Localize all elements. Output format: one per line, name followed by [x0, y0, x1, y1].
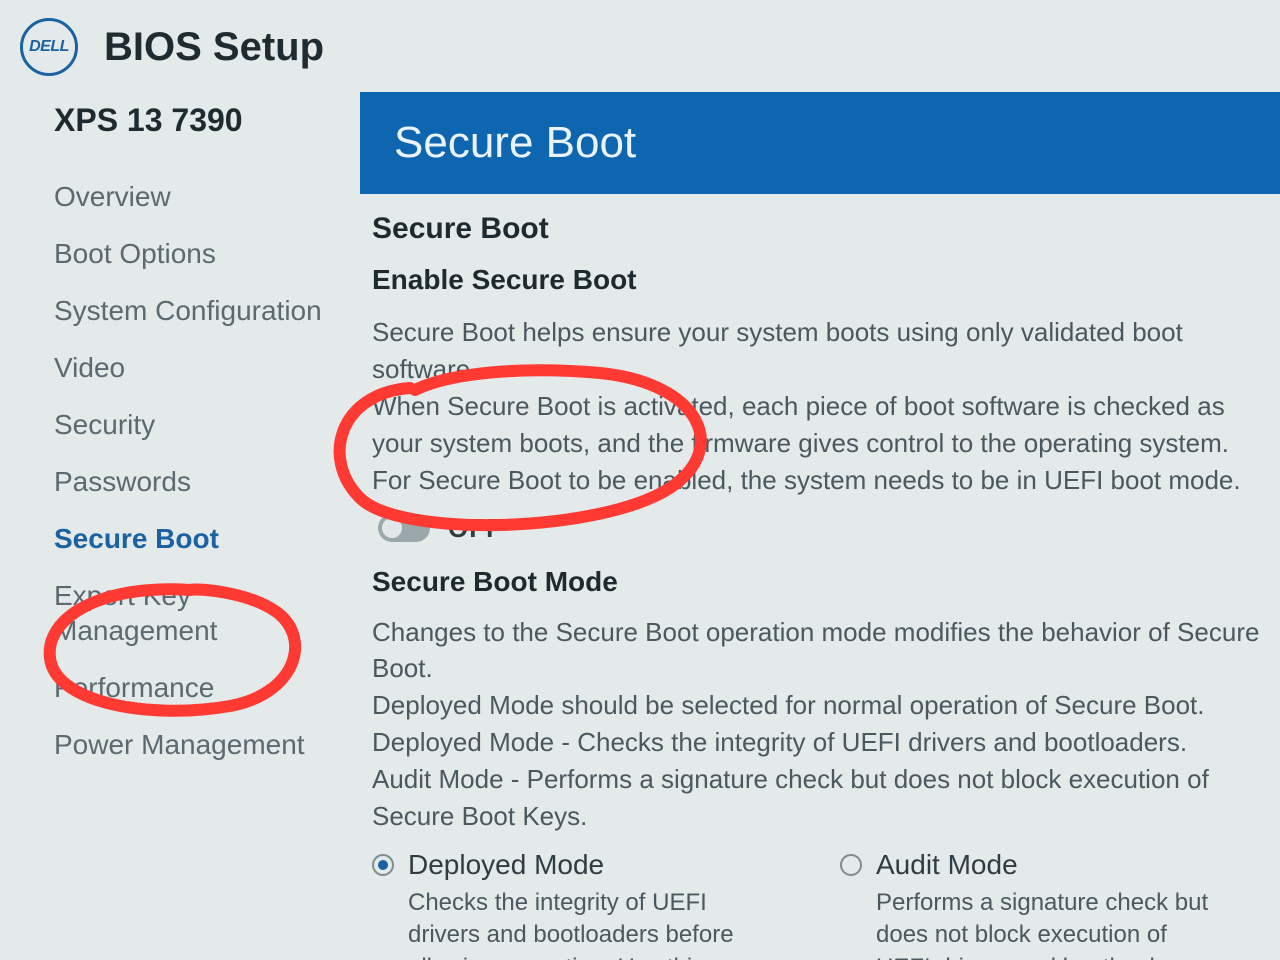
enable-secure-boot-description: Secure Boot helps ensure your system boo…: [372, 314, 1280, 499]
radio-head-deployed[interactable]: Deployed Mode: [372, 849, 812, 881]
radio-desc: Performs a signature check but does not …: [840, 887, 1280, 960]
secure-boot-mode-options: Deployed Mode Checks the integrity of UE…: [372, 849, 1280, 960]
enable-secure-boot-title: Enable Secure Boot: [372, 264, 1280, 296]
app-title: BIOS Setup: [104, 25, 324, 70]
radio-desc: Checks the integrity of UEFI drivers and…: [372, 887, 812, 960]
sidebar-item-power-management[interactable]: Power Management: [54, 727, 336, 762]
secure-boot-mode-title: Secure Boot Mode: [372, 566, 1280, 598]
sidebar-item-expert-key-management[interactable]: Expert Key Management: [54, 578, 336, 648]
radio-label: Deployed Mode: [408, 849, 604, 881]
sidebar-item-passwords[interactable]: Passwords: [54, 464, 336, 499]
toggle-knob-icon: [382, 518, 402, 538]
sidebar-item-video[interactable]: Video: [54, 350, 336, 385]
app-header: DELL BIOS Setup: [0, 0, 1280, 92]
secure-boot-mode-description: Changes to the Secure Boot operation mod…: [372, 614, 1280, 835]
section-title: Secure Boot: [372, 212, 1280, 246]
secure-boot-toggle-row: OFF: [378, 513, 1280, 544]
sidebar-item-performance[interactable]: Performance: [54, 670, 336, 705]
radio-option-audit: Audit Mode Performs a signature check bu…: [840, 849, 1280, 960]
content: Secure Boot Enable Secure Boot Secure Bo…: [360, 212, 1280, 960]
sidebar: XPS 13 7390 Overview Boot Options System…: [0, 92, 360, 956]
radio-head-audit[interactable]: Audit Mode: [840, 849, 1280, 881]
secure-boot-toggle-label: OFF: [448, 513, 503, 544]
sidebar-item-security[interactable]: Security: [54, 407, 336, 442]
radio-option-deployed: Deployed Mode Checks the integrity of UE…: [372, 849, 812, 960]
secure-boot-toggle[interactable]: [378, 514, 430, 542]
layout: XPS 13 7390 Overview Boot Options System…: [0, 92, 1280, 956]
sidebar-item-overview[interactable]: Overview: [54, 179, 336, 214]
dell-logo-text: DELL: [29, 38, 69, 56]
sidebar-item-boot-options[interactable]: Boot Options: [54, 236, 336, 271]
page-banner: Secure Boot: [360, 92, 1280, 194]
radio-icon: [372, 854, 394, 876]
radio-icon: [840, 854, 862, 876]
main-panel: Secure Boot Secure Boot Enable Secure Bo…: [360, 92, 1280, 956]
sidebar-item-system-configuration[interactable]: System Configuration: [54, 293, 336, 328]
radio-label: Audit Mode: [876, 849, 1018, 881]
sidebar-item-secure-boot[interactable]: Secure Boot: [54, 521, 336, 556]
dell-logo-icon: DELL: [20, 18, 78, 76]
device-model: XPS 13 7390: [54, 102, 336, 139]
